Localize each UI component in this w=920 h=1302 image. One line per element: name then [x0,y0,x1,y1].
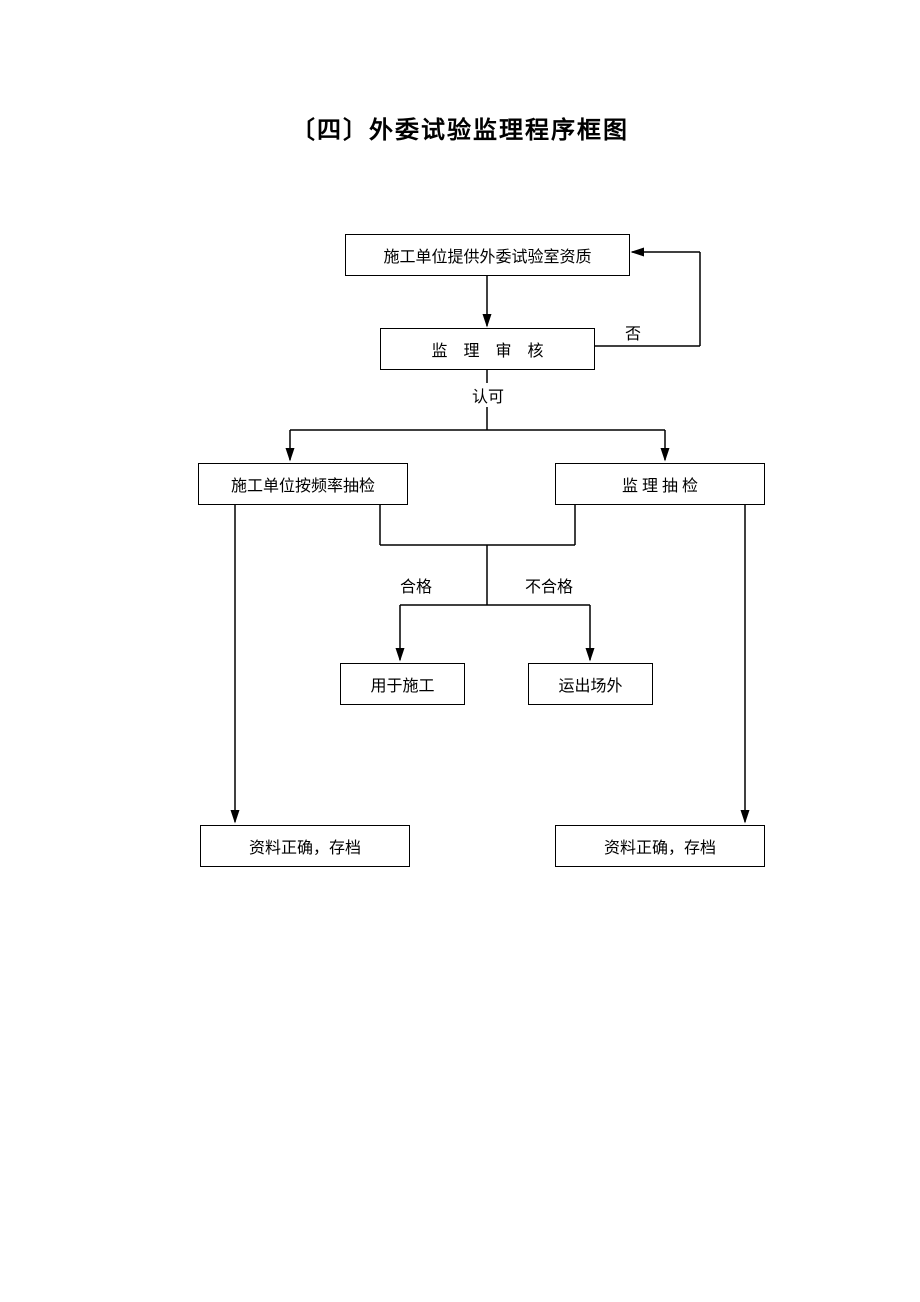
label-pass: 合格 [400,573,432,597]
label-fail: 不合格 [525,573,573,597]
node-remove-site: 运出场外 [528,663,653,705]
node-provide-qualification: 施工单位提供外委试验室资质 [345,234,630,276]
node-contractor-sampling: 施工单位按频率抽检 [198,463,408,505]
label-no: 否 [625,320,641,344]
node-use-construction: 用于施工 [340,663,465,705]
label-approve: 认可 [472,383,504,407]
flowchart-connectors [0,0,920,1302]
node-archive-left: 资料正确，存档 [200,825,410,867]
diagram-title: 〔四〕外委试验监理程序框图 [0,110,920,145]
node-supervisor-sampling: 监 理 抽 检 [555,463,765,505]
node-archive-right: 资料正确，存档 [555,825,765,867]
node-supervisor-review: 监 理 审 核 [380,328,595,370]
